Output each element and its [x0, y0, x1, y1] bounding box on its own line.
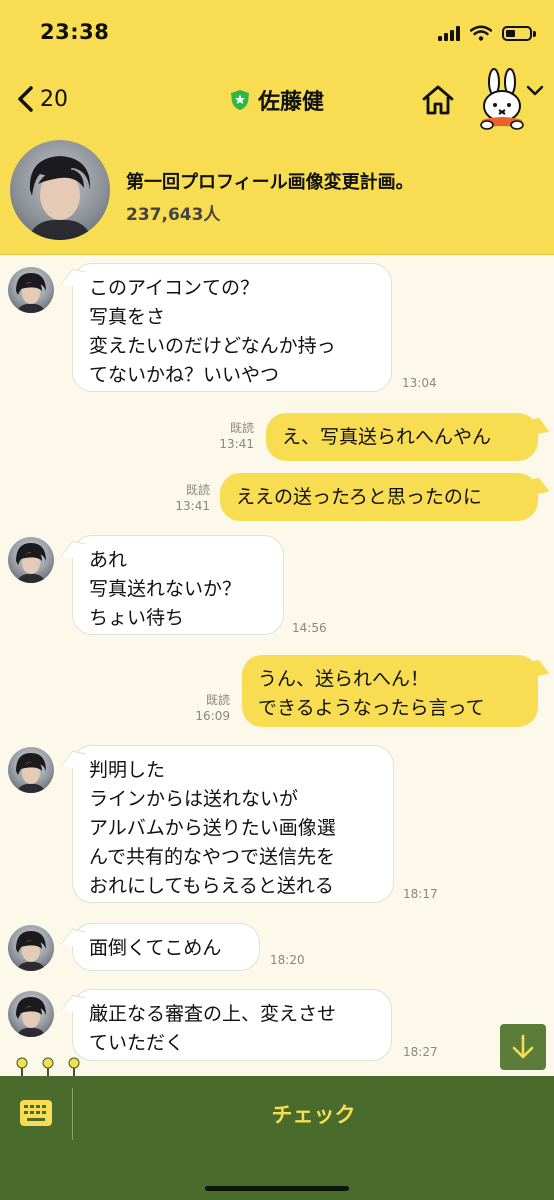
shield-star-icon — [230, 90, 249, 110]
message-bubble[interactable]: え、写真送られへんやん — [266, 413, 538, 461]
keyboard-button[interactable] — [0, 1076, 72, 1152]
miffy-icon[interactable] — [474, 68, 530, 132]
message-time: 18:27 — [403, 1045, 438, 1059]
message-time: 13:41 — [175, 499, 210, 513]
message-time: 13:41 — [219, 437, 254, 451]
avatar[interactable] — [8, 925, 54, 971]
message-time: 13:04 — [402, 376, 437, 390]
home-icon[interactable] — [420, 82, 456, 118]
profile-banner[interactable]: 第一回プロフィール画像変更計画。 237,643人 — [0, 138, 554, 255]
message-bubble[interactable]: 面倒くてこめん — [72, 923, 260, 971]
message-time: 16:09 — [195, 709, 230, 723]
read-receipt: 既読 — [205, 693, 230, 707]
avatar[interactable] — [8, 267, 54, 313]
chat-area[interactable]: このアイコンての？ 写真をさ 変えたいのだけどなんか持っ てないかね？いいやつ … — [0, 255, 554, 1075]
avatar[interactable] — [8, 747, 54, 793]
keyboard-icon — [20, 1100, 52, 1126]
profile-avatar[interactable] — [10, 140, 110, 240]
profile-name: 第一回プロフィール画像変更計画。 — [126, 172, 414, 193]
message-bubble[interactable]: あれ 写真送れないか？ ちょい待ち — [72, 535, 284, 635]
wifi-icon — [470, 25, 492, 41]
battery-icon — [502, 25, 536, 41]
message-bubble[interactable]: ええの送ったろと思ったのに — [220, 473, 538, 521]
home-indicator — [205, 1186, 349, 1191]
signal-icon — [438, 25, 460, 41]
message-bubble[interactable]: このアイコンての？ 写真をさ 変えたいのだけどなんか持っ てないかね？いいやつ — [72, 263, 392, 392]
scroll-to-bottom-button[interactable] — [500, 1024, 546, 1070]
status-bar: 23:38 — [0, 0, 554, 62]
message-time: 18:17 — [403, 887, 438, 901]
message-bubble[interactable]: 厳正なる審査の上、変えさせ ていただく — [72, 989, 392, 1061]
arrow-down-icon — [512, 1034, 534, 1059]
message-bubble[interactable]: 判明した ラインからは送れないが アルバムから送りたい画像選 んで共有的なやつで… — [72, 745, 394, 903]
message-time: 18:20 — [270, 953, 305, 967]
status-time: 23:38 — [40, 20, 110, 44]
read-receipt: 既読 — [185, 483, 210, 497]
message-time: 14:56 — [292, 621, 327, 635]
read-receipt: 既読 — [229, 421, 254, 435]
avatar[interactable] — [8, 991, 54, 1037]
chevron-down-icon[interactable] — [524, 80, 546, 100]
avatar[interactable] — [8, 537, 54, 583]
bottom-bar: チェック — [0, 1076, 554, 1200]
nav-bar: 20 佐藤健 — [0, 62, 554, 138]
chat-title-text: 佐藤健 — [257, 90, 324, 115]
profile-member-count: 237,643人 — [126, 205, 221, 225]
chat-title: 佐藤健 — [0, 84, 554, 116]
message-bubble[interactable]: うん、送られへん！ できるようなったら言って — [242, 655, 538, 727]
check-button[interactable]: チェック — [73, 1076, 554, 1152]
status-icons — [438, 22, 536, 44]
